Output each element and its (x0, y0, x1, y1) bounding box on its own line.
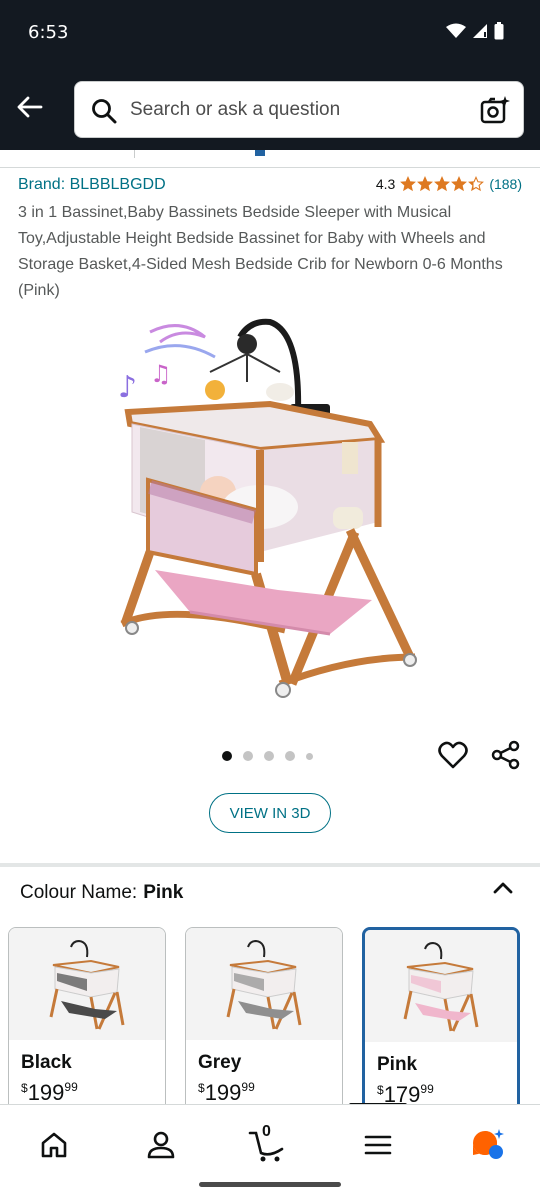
account-icon (147, 1131, 175, 1159)
product-image[interactable]: ♪ ♫ (110, 312, 430, 702)
header: Search or ask a question (0, 66, 540, 150)
nav-cart[interactable]: 0 (246, 1123, 290, 1167)
nav-home[interactable] (32, 1123, 76, 1167)
bottom-navigation: 0 (0, 1104, 540, 1200)
swatch-thumbnail (365, 930, 517, 1042)
swatch-price: $19999 (21, 1080, 78, 1105)
colour-label: Colour Name: (20, 882, 138, 903)
signal-icon (473, 24, 487, 38)
rufus-ai-icon (473, 1129, 504, 1159)
gesture-bar (199, 1182, 341, 1187)
brand-rating-row: Brand: BLBBLBGDD 4.3 (188) (18, 176, 522, 198)
swatch-price: $19999 (198, 1080, 255, 1105)
product-title: 3 in 1 Bassinet,Baby Bassinets Bedside S… (18, 204, 503, 299)
star-rating (400, 176, 485, 192)
search-placeholder: Search or ask a question (130, 99, 341, 120)
brand-link[interactable]: Brand: BLBBLBGDD (18, 176, 166, 194)
star-icon (434, 176, 451, 192)
image-carousel-dots (222, 751, 313, 761)
back-arrow-icon (17, 96, 43, 118)
carousel-dot (243, 751, 253, 761)
scrolled-content-edge (0, 150, 540, 168)
section-divider (0, 863, 540, 867)
battery-icon (494, 22, 504, 40)
home-icon (41, 1132, 67, 1158)
svg-text:♪: ♪ (118, 370, 137, 405)
wifi-icon (446, 23, 466, 38)
nav-menu[interactable] (356, 1123, 400, 1167)
chevron-up-icon[interactable] (492, 880, 514, 896)
carousel-dot (285, 751, 295, 761)
share-icon[interactable] (490, 740, 520, 770)
status-icons (446, 22, 504, 40)
search-icon (92, 99, 117, 124)
swatch-name: Grey (198, 1052, 242, 1073)
rating-number: 4.3 (375, 176, 396, 192)
review-count[interactable]: (188) (489, 176, 522, 192)
status-bar: 6:53 (0, 0, 540, 66)
swatch-thumbnail (186, 928, 342, 1040)
star-icon (417, 176, 434, 192)
carousel-dot (264, 751, 274, 761)
star-icon (400, 176, 417, 192)
view-in-3d-button[interactable]: VIEW IN 3D (209, 793, 331, 833)
wishlist-heart-icon[interactable] (438, 740, 468, 770)
swatch-name: Pink (377, 1054, 418, 1075)
colour-selector-header[interactable]: Colour Name: Pink (20, 882, 183, 904)
rating-summary[interactable]: 4.3 (188) (376, 176, 522, 192)
swatch-thumbnail (9, 928, 165, 1040)
back-button[interactable] (12, 90, 46, 124)
search-input[interactable]: Search or ask a question (74, 81, 524, 138)
carousel-dot (306, 752, 313, 760)
carousel-dot (222, 751, 232, 761)
colour-swatch-grey[interactable]: Grey $19999 (185, 927, 343, 1127)
nav-account[interactable] (139, 1123, 183, 1167)
status-time: 6:53 (28, 22, 69, 43)
star-icon (451, 176, 468, 192)
cart-count: 0 (262, 1123, 271, 1140)
svg-text:♫: ♫ (150, 360, 172, 388)
colour-swatch-black[interactable]: Black $19999 (8, 927, 166, 1127)
menu-icon (364, 1135, 392, 1155)
star-icon (468, 176, 485, 192)
nav-rufus[interactable] (465, 1123, 509, 1167)
colour-selected-value: Pink (143, 882, 184, 903)
swatch-name: Black (21, 1052, 72, 1073)
camera-search-icon (480, 96, 510, 124)
colour-swatch-pink[interactable]: Pink $17999 (362, 927, 520, 1127)
